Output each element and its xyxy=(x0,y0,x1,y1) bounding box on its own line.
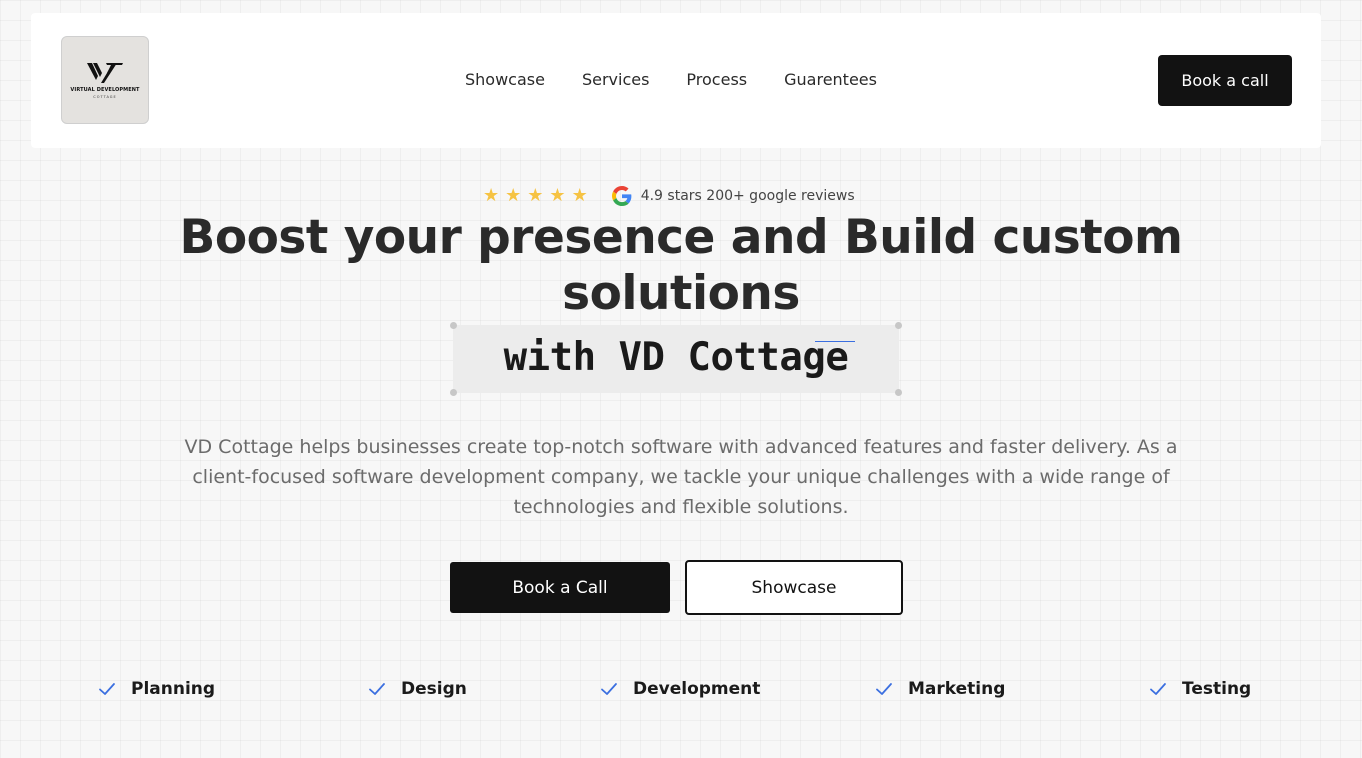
hero-highlight-text: with VD Cottage xyxy=(503,335,849,380)
star-icon: ★ xyxy=(549,185,566,206)
review-rating: ★ ★ ★ ★ ★ 4.9 stars 200+ google reviews xyxy=(483,185,855,207)
feature-label: Planning xyxy=(131,679,216,699)
check-icon xyxy=(601,683,617,695)
star-icon: ★ xyxy=(483,185,500,206)
showcase-cta-button[interactable]: Showcase xyxy=(685,560,903,615)
feature-list: Planning Design Development Marketing Te… xyxy=(0,676,1362,702)
logo-subtitle: COTTAGE xyxy=(93,94,117,99)
check-icon xyxy=(1150,683,1166,695)
resize-handle xyxy=(450,389,457,396)
book-a-call-button[interactable]: Book a call xyxy=(1158,55,1292,106)
rating-text: 4.9 stars 200+ google reviews xyxy=(640,188,855,204)
hero-description: VD Cottage helps businesses create top-n… xyxy=(184,436,1178,518)
hero-title-line-2: solutions xyxy=(562,266,800,321)
hero-title-line-1: Boost your presence and Build custom xyxy=(179,210,1183,265)
feature-item-testing: Testing xyxy=(1149,676,1251,702)
feature-label: Testing xyxy=(1182,679,1252,699)
star-icon: ★ xyxy=(505,185,522,206)
logo-name: VIRTUAL DEVELOPMENT xyxy=(70,86,140,93)
resize-handle xyxy=(895,389,902,396)
logo[interactable]: VIRTUAL DEVELOPMENT COTTAGE xyxy=(61,36,149,124)
book-a-call-cta-button[interactable]: Book a Call xyxy=(450,562,670,613)
star-icon: ★ xyxy=(571,185,588,206)
google-icon xyxy=(611,186,632,206)
feature-label: Marketing xyxy=(908,679,1006,699)
hero-highlight: with VD Cottage xyxy=(450,322,902,396)
feature-item-design: Design xyxy=(368,676,467,702)
nav-link-guarentees[interactable]: Guarentees xyxy=(784,70,877,90)
vd-monogram-icon xyxy=(87,62,123,83)
nav-link-showcase[interactable]: Showcase xyxy=(465,70,545,90)
feature-label: Development xyxy=(633,679,761,699)
nav-link-process[interactable]: Process xyxy=(686,70,747,90)
check-icon xyxy=(876,683,892,695)
site-header: VIRTUAL DEVELOPMENT COTTAGE Showcase Ser… xyxy=(31,13,1321,148)
main-nav: Showcase Services Process Guarentees xyxy=(465,70,877,90)
nav-link-services[interactable]: Services xyxy=(582,70,649,90)
star-rating: ★ ★ ★ ★ ★ xyxy=(483,187,588,205)
hero-title: Boost your presence and Build custom sol… xyxy=(0,210,1362,322)
check-icon xyxy=(369,683,385,695)
feature-item-development: Development xyxy=(600,676,760,702)
feature-item-marketing: Marketing xyxy=(875,676,1005,702)
resize-handle xyxy=(895,322,902,329)
check-icon xyxy=(99,683,115,695)
resize-handle xyxy=(450,322,457,329)
feature-label: Design xyxy=(401,679,467,699)
feature-item-planning: Planning xyxy=(98,676,215,702)
star-icon: ★ xyxy=(527,185,544,206)
